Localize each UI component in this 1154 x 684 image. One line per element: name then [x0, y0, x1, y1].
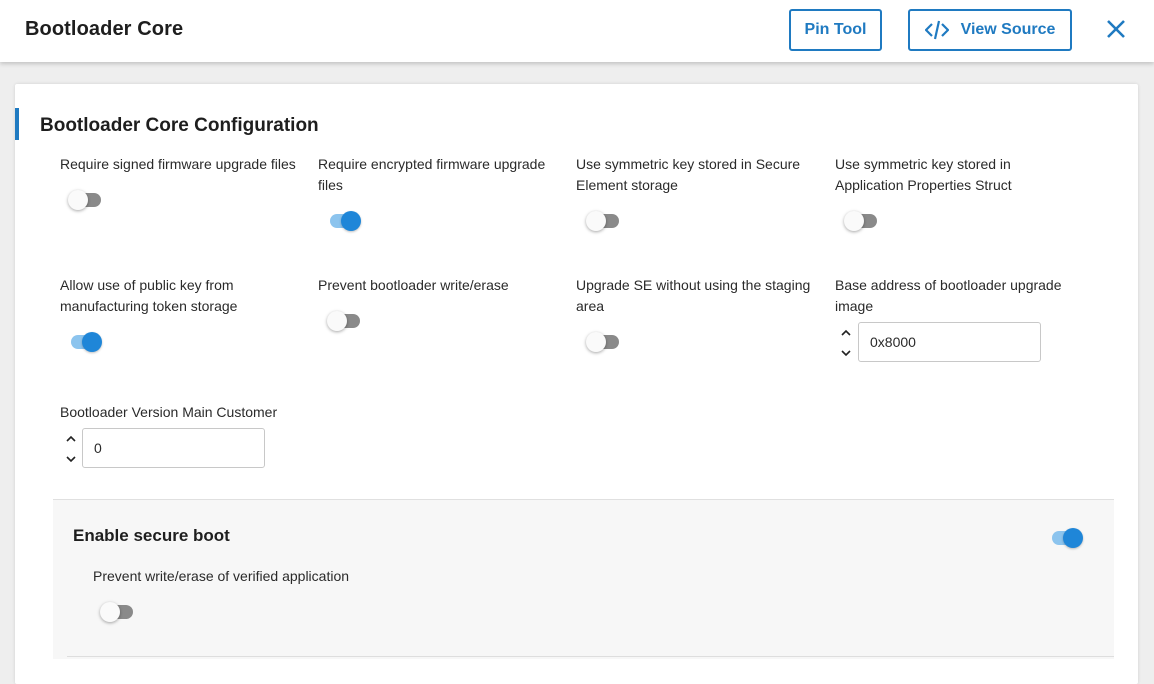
toggle-thumb: [1063, 528, 1083, 548]
divider: [67, 656, 1114, 657]
prevent-write-verified-toggle[interactable]: [100, 600, 134, 622]
view-source-button[interactable]: View Source: [908, 9, 1072, 51]
toggle-thumb: [100, 602, 120, 622]
toggle-thumb: [327, 311, 347, 331]
prevent-write-verified-label: Prevent write/erase of verified applicat…: [93, 568, 350, 584]
toggle-thumb: [586, 211, 606, 231]
version-main-label: Bootloader Version Main Customer: [60, 404, 278, 420]
close-button[interactable]: [1103, 18, 1129, 44]
chevron-up-icon: [66, 435, 76, 442]
public-key-token-label: Allow use of public key from manufacturi…: [60, 277, 238, 314]
secure-boot-toggle[interactable]: [1049, 526, 1083, 548]
pin-tool-button[interactable]: Pin Tool: [789, 9, 882, 51]
close-icon: [1106, 19, 1126, 44]
pin-tool-label: Pin Tool: [804, 21, 867, 38]
page-title: Bootloader Core: [25, 18, 184, 40]
prevent-bl-write-label: Prevent bootloader write/erase: [318, 277, 509, 293]
sym-key-se-label: Use symmetric key stored in Secure Eleme…: [576, 156, 801, 193]
upgrade-se-label: Upgrade SE without using the staging are…: [576, 277, 811, 314]
base-address-spinner[interactable]: [839, 322, 853, 362]
prevent-bl-write-toggle[interactable]: [327, 309, 361, 331]
top-bar: Bootloader Core Pin Tool View Source: [0, 0, 1154, 62]
toggle-thumb: [586, 332, 606, 352]
configuration-card: Bootloader Core Configuration Require si…: [15, 84, 1138, 684]
version-main-input[interactable]: 0: [82, 428, 265, 468]
chevron-up-icon: [841, 329, 851, 336]
toggle-thumb: [341, 211, 361, 231]
encrypted-fw-label: Require encrypted firmware upgrade files: [318, 156, 546, 193]
sym-key-app-toggle[interactable]: [844, 209, 878, 231]
toggle-thumb: [844, 211, 864, 231]
chevron-down-icon: [66, 456, 76, 463]
base-address-label: Base address of bootloader upgrade image: [835, 277, 1062, 314]
encrypted-fw-toggle[interactable]: [327, 209, 361, 231]
sym-key-se-toggle[interactable]: [586, 209, 620, 231]
upgrade-se-toggle[interactable]: [586, 330, 620, 352]
sym-key-app-label: Use symmetric key stored in Application …: [835, 156, 1012, 193]
section-accent-bar: [15, 108, 19, 140]
secure-boot-title: Enable secure boot: [73, 526, 230, 545]
secure-boot-panel: Enable secure boot Prevent write/erase o…: [53, 499, 1114, 659]
view-source-label: View Source: [960, 21, 1056, 38]
base-address-input[interactable]: 0x8000: [858, 322, 1041, 362]
version-main-spinner[interactable]: [64, 428, 78, 468]
chevron-down-icon: [841, 350, 851, 357]
toggle-thumb: [68, 190, 88, 210]
public-key-token-toggle[interactable]: [68, 330, 102, 352]
toggle-thumb: [82, 332, 102, 352]
code-icon: [924, 20, 949, 40]
section-title: Bootloader Core Configuration: [40, 115, 319, 136]
signed-fw-label: Require signed firmware upgrade files: [60, 156, 296, 172]
signed-fw-toggle[interactable]: [68, 188, 102, 210]
